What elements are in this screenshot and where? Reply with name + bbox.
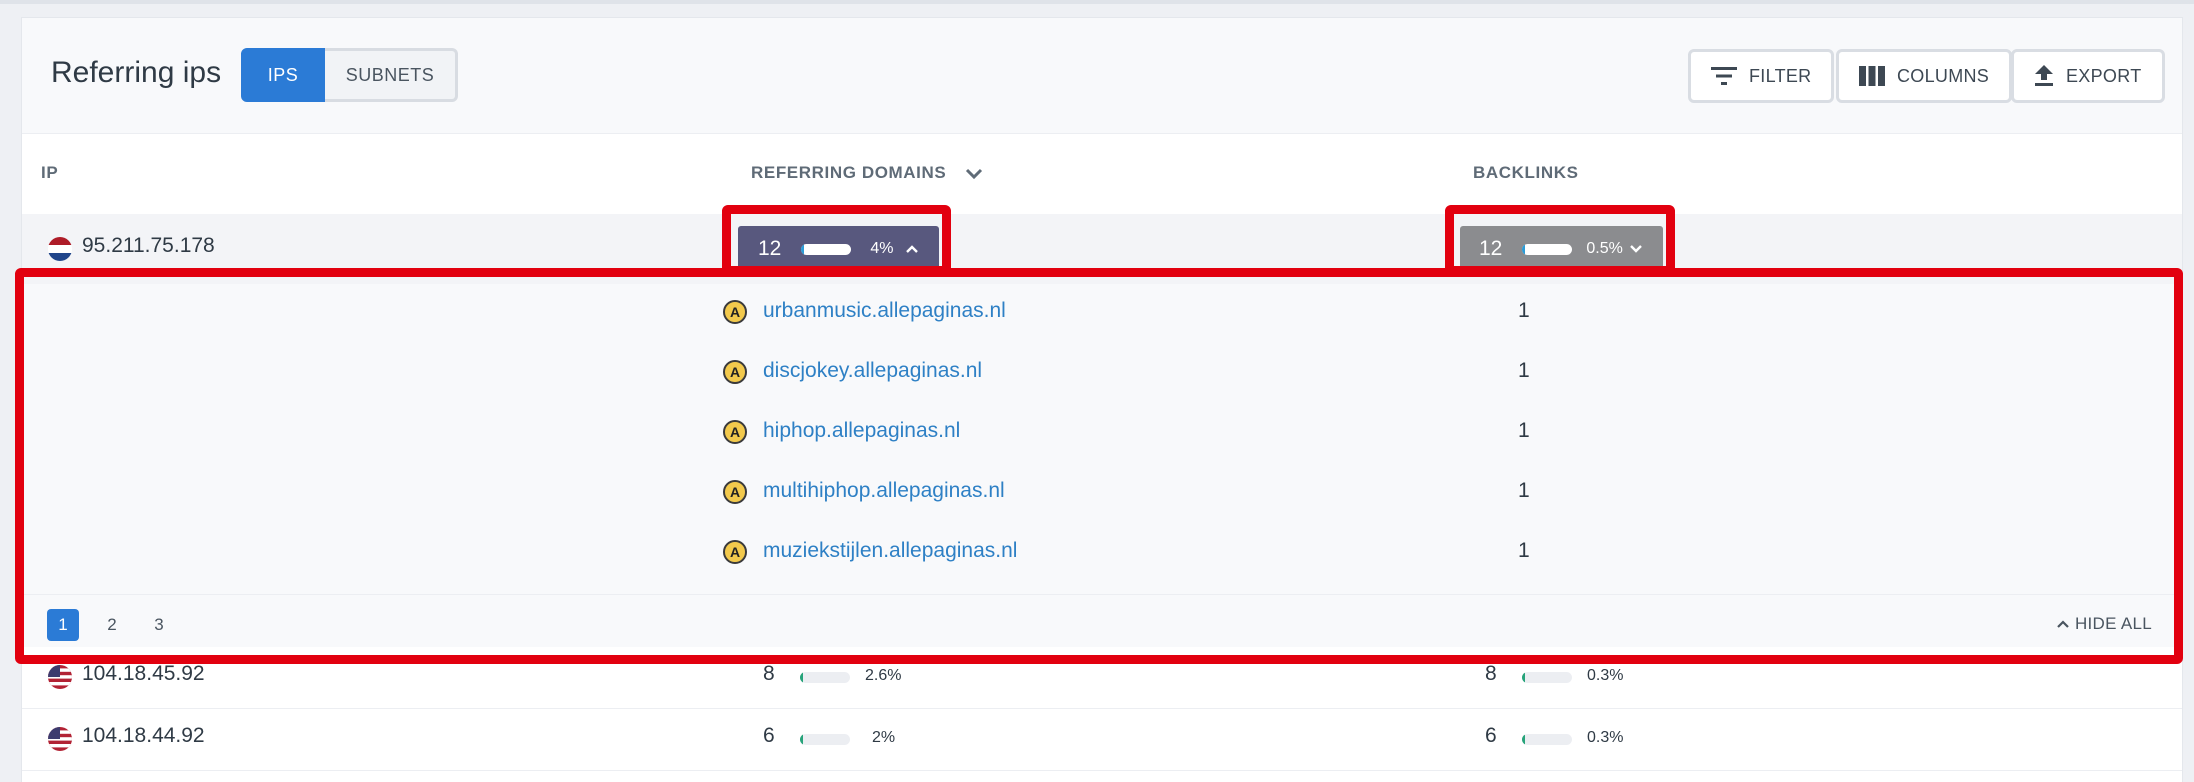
tab-ips[interactable]: IPS bbox=[241, 48, 325, 102]
column-header-referring-domains[interactable]: REFERRING DOMAINS bbox=[751, 163, 946, 183]
list-item: A discjokey.allepaginas.nl 1 bbox=[22, 344, 2182, 404]
backlinks-toggle[interactable]: 12 0.5% bbox=[1460, 226, 1663, 272]
domain-link[interactable]: urbanmusic.allepaginas.nl bbox=[763, 299, 1006, 323]
domain-backlink-count: 1 bbox=[1518, 479, 1530, 502]
referring-domains-percent: 2% bbox=[872, 729, 896, 746]
chevron-up-icon bbox=[2057, 620, 2069, 628]
page-1-button[interactable]: 1 bbox=[47, 609, 79, 641]
upload-icon bbox=[2035, 65, 2053, 86]
table-row: 104.18.44.92 6 2% 6 0.3% bbox=[22, 709, 2182, 771]
domain-link[interactable]: discjokey.allepaginas.nl bbox=[763, 359, 982, 383]
page-3-button[interactable]: 3 bbox=[143, 609, 175, 641]
site-badge-icon: A bbox=[723, 420, 747, 444]
referring-domains-bar bbox=[801, 243, 852, 255]
panel-header: Referring ips IPS SUBNETS FILTER COLUMNS bbox=[22, 18, 2182, 134]
domain-link[interactable]: hiphop.allepaginas.nl bbox=[763, 419, 960, 443]
top-border bbox=[0, 0, 2194, 4]
united-states-flag-icon bbox=[48, 665, 72, 689]
page-2-button[interactable]: 2 bbox=[96, 609, 128, 641]
referring-domains-percent: 2.6% bbox=[865, 667, 902, 684]
backlinks-percent: 0.3% bbox=[1587, 729, 1624, 746]
domain-backlink-count: 1 bbox=[1518, 539, 1530, 562]
chevron-down-icon[interactable] bbox=[964, 164, 984, 184]
chevron-up-icon bbox=[906, 245, 919, 253]
backlinks-bar bbox=[1522, 734, 1572, 745]
backlinks-count: 6 bbox=[1485, 724, 1497, 747]
list-item: A hiphop.allepaginas.nl 1 bbox=[22, 404, 2182, 464]
backlinks-bar bbox=[1522, 243, 1573, 255]
site-badge-icon: A bbox=[723, 300, 747, 324]
referring-domains-count: 12 bbox=[758, 237, 782, 260]
domain-link[interactable]: multihiphop.allepaginas.nl bbox=[763, 479, 1005, 503]
tab-subnets[interactable]: SUBNETS bbox=[325, 48, 458, 102]
table-row-expanded: 95.211.75.178 12 4% 12 0.5% bbox=[22, 214, 2182, 284]
referring-domains-count: 8 bbox=[763, 662, 775, 685]
backlinks-count: 12 bbox=[1479, 237, 1503, 260]
backlinks-count: 8 bbox=[1485, 662, 1497, 685]
site-badge-icon: A bbox=[723, 480, 747, 504]
domain-link[interactable]: muziekstijlen.allepaginas.nl bbox=[763, 539, 1017, 563]
list-item: A urbanmusic.allepaginas.nl 1 bbox=[22, 284, 2182, 344]
netherlands-flag-icon bbox=[48, 237, 72, 261]
backlinks-bar bbox=[1522, 672, 1572, 683]
columns-button[interactable]: COLUMNS bbox=[1836, 49, 2013, 103]
domain-backlink-count: 1 bbox=[1518, 299, 1530, 322]
export-label: EXPORT bbox=[2066, 65, 2142, 86]
columns-icon bbox=[1859, 66, 1885, 86]
pagination: 1 2 3 HIDE ALL bbox=[22, 594, 2182, 650]
filter-icon bbox=[1711, 67, 1737, 85]
view-toggle: IPS SUBNETS bbox=[241, 48, 458, 102]
column-header-ip[interactable]: IP bbox=[41, 163, 58, 183]
referring-domains-bar bbox=[800, 734, 850, 745]
site-badge-icon: A bbox=[723, 360, 747, 384]
referring-domains-toggle[interactable]: 12 4% bbox=[738, 226, 939, 272]
site-badge-icon: A bbox=[723, 540, 747, 564]
ip-address: 104.18.45.92 bbox=[82, 662, 205, 685]
columns-label: COLUMNS bbox=[1897, 65, 1990, 86]
list-item: A muziekstijlen.allepaginas.nl 1 bbox=[22, 524, 2182, 584]
referring-domains-percent: 4% bbox=[870, 240, 894, 257]
ip-address: 104.18.44.92 bbox=[82, 724, 205, 747]
column-header-backlinks[interactable]: BACKLINKS bbox=[1473, 163, 1579, 183]
domain-backlink-count: 1 bbox=[1518, 359, 1530, 382]
referring-domains-bar bbox=[800, 672, 850, 683]
referring-ips-panel: Referring ips IPS SUBNETS FILTER COLUMNS bbox=[21, 17, 2183, 782]
backlinks-percent: 0.3% bbox=[1587, 667, 1624, 684]
hide-all-button[interactable]: HIDE ALL bbox=[2057, 614, 2152, 634]
domain-backlink-count: 1 bbox=[1518, 419, 1530, 442]
filter-label: FILTER bbox=[1749, 65, 1812, 86]
chevron-down-icon bbox=[1629, 245, 1642, 253]
filter-button[interactable]: FILTER bbox=[1688, 49, 1835, 103]
referring-domains-count: 6 bbox=[763, 724, 775, 747]
ip-address: 95.211.75.178 bbox=[82, 234, 215, 257]
united-states-flag-icon bbox=[48, 727, 72, 751]
expanded-domains-panel: A urbanmusic.allepaginas.nl 1 A discjoke… bbox=[22, 284, 2182, 648]
hide-all-label: HIDE ALL bbox=[2074, 614, 2152, 633]
page-title: Referring ips bbox=[51, 56, 222, 89]
list-item: A multihiphop.allepaginas.nl 1 bbox=[22, 464, 2182, 524]
table-row: 104.18.45.92 8 2.6% 8 0.3% bbox=[22, 647, 2182, 709]
backlinks-percent: 0.5% bbox=[1586, 240, 1623, 257]
export-button[interactable]: EXPORT bbox=[2011, 49, 2165, 103]
